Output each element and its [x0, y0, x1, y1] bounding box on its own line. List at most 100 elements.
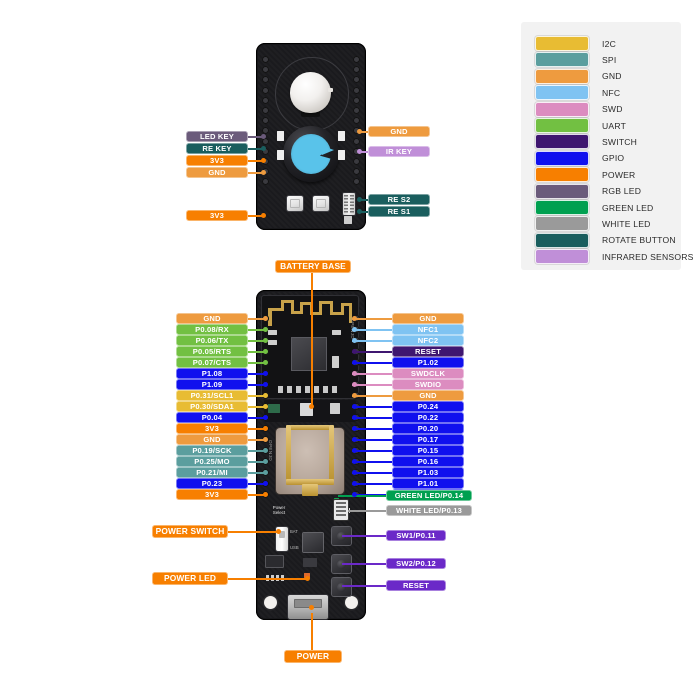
main-right-label-7: GND — [392, 389, 464, 401]
green-smd — [268, 404, 280, 413]
legend-item-i2c: I2C — [535, 36, 616, 51]
main-right-dot-4 — [352, 359, 357, 365]
legend-item-white-led: WHITE LED — [535, 216, 651, 232]
power-select-label: Power Select — [272, 505, 286, 515]
top-right-label-3: RE S1 — [368, 206, 430, 217]
smd-part-d — [338, 150, 345, 160]
top-left-dot-1 — [261, 146, 266, 151]
main-extra-label-1: WHITE LED/P0.13 — [386, 504, 472, 516]
legend-label: RGB LED — [602, 186, 642, 197]
power-inductor — [303, 533, 323, 552]
main-left-label-16: 3V3 — [176, 488, 248, 500]
main-right-label-13: P0.16 — [392, 455, 464, 467]
mount-hole-bl — [264, 596, 277, 609]
legend-label: INFRARED SENSORS — [602, 251, 694, 262]
main-right-dot-14 — [352, 469, 357, 475]
main-left-label-6: P1.09 — [176, 378, 248, 390]
main-left-dot-6 — [263, 381, 268, 387]
main-right-dot-3 — [352, 348, 357, 354]
main-right-dot-7 — [352, 392, 357, 398]
module-pads — [278, 386, 340, 393]
main-callout-left-dot-1 — [305, 575, 310, 581]
regulator-ic — [266, 556, 283, 567]
legend-item-switch: SWITCH — [535, 134, 638, 150]
main-left-label-8: P0.30/SDA1 — [176, 400, 248, 412]
silk-left-text: OPENJD — [268, 440, 273, 462]
main-extra-label-3: SW2/P0.12 — [386, 557, 446, 569]
legend-label: SWITCH — [602, 136, 638, 147]
main-right-dot-13 — [352, 458, 357, 464]
legend-item-rgb-led: RGB LED — [535, 183, 642, 199]
main-left-dot-14 — [263, 469, 268, 475]
main-left-dot-0 — [263, 315, 268, 321]
main-right-wire-7 — [352, 395, 392, 397]
main-right-label-11: P0.17 — [392, 433, 464, 445]
legend-item-nfc: NFC — [535, 85, 621, 101]
top-left-label-4: 3V3 — [186, 210, 248, 221]
main-right-wire-10 — [352, 428, 392, 430]
top-left-label-2: 3V3 — [186, 155, 248, 166]
main-left-dot-3 — [263, 348, 268, 354]
main-right-label-4: P1.02 — [392, 356, 464, 368]
legend-item-spi: SPI — [535, 52, 616, 68]
mount-hole-br — [345, 596, 358, 609]
legend-panel: I2C SPI GND NFC SWD UART SWITCH GPIO POWER RGB LE… — [521, 22, 693, 270]
smd-part-e — [268, 330, 277, 335]
legend-item-uart: UART — [535, 118, 626, 133]
main-left-label-7: P0.31/SCL1 — [176, 389, 248, 401]
main-right-wire-8 — [352, 406, 392, 408]
legend-label: ROTATE BUTTON — [602, 235, 676, 246]
smd-part-f — [268, 340, 277, 345]
main-extra-label-2: SW1/P0.11 — [386, 529, 446, 541]
top-board-pad-left-3 — [262, 86, 269, 94]
main-extra-label-0: GREEN LED/P0.14 — [386, 489, 472, 501]
main-left-dot-11 — [263, 436, 268, 442]
main-right-wire-12 — [352, 450, 392, 452]
legend-swatch — [535, 183, 589, 199]
main-left-label-13: P0.25/MO — [176, 455, 248, 467]
main-right-label-2: NFC2 — [392, 334, 464, 346]
legend-swatch — [535, 200, 589, 215]
legend-swatch — [535, 68, 589, 84]
main-right-dot-8 — [352, 403, 357, 409]
main-left-dot-2 — [263, 337, 268, 343]
main-left-label-3: P0.05/RTS — [176, 345, 248, 357]
top-right-label-2: RE S2 — [368, 194, 430, 205]
main-extra-wire-3 — [342, 563, 386, 565]
usb-silk: USB — [290, 545, 299, 550]
button-reset[interactable] — [332, 578, 351, 596]
main-right-label-6: SWDIO — [392, 378, 464, 390]
power-callout: POWER — [284, 650, 342, 663]
main-left-label-12: P0.19/SCK — [176, 444, 248, 456]
top-board-pad-right-5 — [353, 107, 360, 114]
legend-swatch — [535, 134, 589, 150]
top-board-pad-right-10 — [353, 158, 360, 165]
main-right-dot-1 — [352, 326, 357, 332]
debug-header[interactable] — [334, 500, 348, 520]
main-right-label-14: P1.03 — [392, 466, 464, 478]
main-right-wire-4 — [352, 362, 392, 364]
main-right-dot-12 — [352, 447, 357, 453]
legend-label: SWD — [602, 104, 623, 115]
main-right-dot-10 — [352, 425, 357, 431]
main-left-dot-16 — [263, 491, 268, 497]
power-wire — [311, 613, 313, 651]
main-callout-left-1: POWER LED — [152, 571, 228, 585]
top-left-dot-3 — [261, 170, 266, 175]
main-right-dot-2 — [352, 337, 357, 343]
smd-part-i — [330, 403, 340, 414]
main-left-dot-7 — [263, 392, 268, 398]
main-right-label-9: P0.22 — [392, 411, 464, 423]
battery-base-dot — [309, 404, 314, 409]
micro-usb-connector[interactable] — [288, 595, 328, 619]
main-left-dot-8 — [263, 403, 268, 409]
main-left-dot-9 — [263, 414, 268, 420]
main-right-dot-5 — [352, 370, 357, 376]
legend-label: GREEN LED — [602, 202, 654, 213]
main-left-label-1: P0.08/RX — [176, 323, 248, 335]
legend-swatch — [535, 167, 589, 183]
legend-swatch — [535, 52, 589, 68]
main-right-label-5: SWDCLK — [392, 367, 464, 379]
power-dot — [309, 605, 314, 610]
legend-label: NFC — [602, 87, 621, 98]
